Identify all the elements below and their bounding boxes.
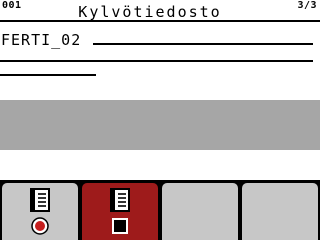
document-icon	[110, 188, 130, 212]
softkey-record-file[interactable]	[2, 183, 78, 240]
empty-row-band	[0, 100, 320, 150]
stop-icon	[112, 218, 128, 234]
field-underline-2	[0, 60, 313, 62]
softkey-stop-file[interactable]	[82, 183, 158, 240]
record-icon	[31, 217, 49, 235]
header-divider	[0, 20, 320, 22]
document-icon	[30, 188, 50, 212]
file-name-field[interactable]: FERTI_02	[1, 31, 81, 49]
softkey-empty-4[interactable]	[242, 183, 318, 240]
field-underline-3	[0, 74, 96, 76]
header-bar: 001 Kylvötiedosto 3/3	[0, 0, 320, 21]
field-underline-1	[93, 43, 313, 45]
page-title: Kylvötiedosto	[78, 3, 222, 21]
softkey-empty-3[interactable]	[162, 183, 238, 240]
page-indicator: 3/3	[297, 0, 317, 11]
